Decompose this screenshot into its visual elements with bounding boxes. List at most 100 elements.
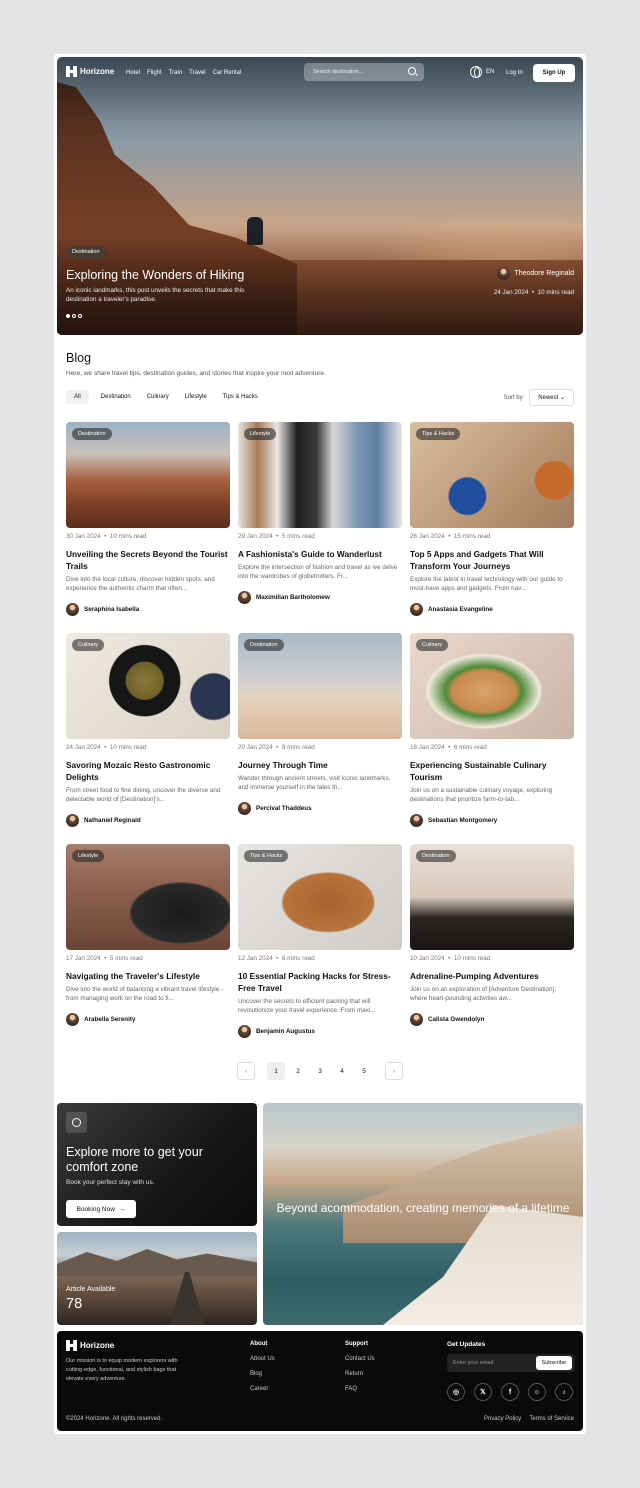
footer-link-blog[interactable]: Blog bbox=[250, 1371, 275, 1377]
blog-card[interactable]: Lifestyle 17 Jan 2024 • 5 mins read Navi… bbox=[66, 844, 230, 1027]
page-1[interactable]: 1 bbox=[267, 1062, 285, 1080]
card-description: Uncover the secrets to efficient packing… bbox=[238, 998, 376, 1015]
card-title[interactable]: 10 Essential Packing Hacks for Stress-Fr… bbox=[238, 970, 402, 994]
card-description: Explore the intersection of fashion and … bbox=[238, 564, 398, 581]
nav-link-car-rental[interactable]: Car Rental bbox=[213, 70, 242, 76]
card-date: 26 Jan 2024 bbox=[410, 533, 445, 540]
hero-author: Theodore Reginald bbox=[497, 267, 574, 280]
blog-card[interactable]: Culinary 24 Jan 2024 • 10 mins read Savo… bbox=[66, 633, 230, 828]
card-author: Maximilian Bartholomew bbox=[238, 591, 402, 605]
card-author: Benjamin Augustus bbox=[238, 1025, 402, 1039]
footer-logo[interactable]: Horizone bbox=[66, 1340, 114, 1351]
blog-card[interactable]: Tips & Hacks 26 Jan 2024 • 15 mins read … bbox=[410, 422, 574, 617]
card-read-time: 8 mins read bbox=[281, 744, 315, 751]
card-description: Join us on a sustainable culinary voyage… bbox=[410, 787, 553, 804]
page-4[interactable]: 4 bbox=[333, 1062, 351, 1080]
filter-destination[interactable]: Destination bbox=[101, 390, 131, 404]
card-image: Destination bbox=[238, 633, 402, 739]
card-title[interactable]: Experiencing Sustainable Culinary Touris… bbox=[410, 759, 574, 783]
blog-card[interactable]: Destination 20 Jan 2024 • 8 mins read Jo… bbox=[238, 633, 402, 816]
card-image: Culinary bbox=[410, 633, 574, 739]
nav-link-hotel[interactable]: Hotel bbox=[126, 70, 140, 76]
arrow-right-icon: → bbox=[118, 1205, 126, 1213]
filter-tips-hacks[interactable]: Tips & Hacks bbox=[223, 390, 258, 404]
filter-lifestyle[interactable]: Lifestyle bbox=[185, 390, 207, 404]
card-meta: 20 Jan 2024 • 8 mins read bbox=[238, 744, 315, 751]
search-icon[interactable] bbox=[408, 67, 416, 75]
hero-banner[interactable]: Horizone Hotel Flight Train Travel Car R… bbox=[57, 57, 583, 335]
card-title[interactable]: Adrenaline-Pumping Adventures bbox=[410, 970, 574, 982]
carousel-dot-3[interactable] bbox=[78, 314, 82, 318]
carousel-dot-2[interactable] bbox=[72, 314, 76, 318]
avatar bbox=[66, 1013, 79, 1027]
card-title[interactable]: Navigating the Traveler's Lifestyle bbox=[66, 970, 230, 982]
filter-all[interactable]: All bbox=[66, 390, 89, 404]
search-input[interactable]: Search destination... bbox=[304, 63, 424, 81]
card-title[interactable]: A Fashionista's Guide to Wanderlust bbox=[238, 548, 402, 560]
article-count-card[interactable]: Article Available 78 bbox=[57, 1232, 257, 1325]
card-title[interactable]: Unveiling the Secrets Beyond the Tourist… bbox=[66, 548, 230, 572]
card-title[interactable]: Journey Through Time bbox=[238, 759, 402, 771]
carousel-dot-1[interactable] bbox=[66, 314, 70, 318]
footer-link-about-us[interactable]: About Us bbox=[250, 1356, 275, 1362]
tiktok-icon[interactable]: ♪ bbox=[555, 1383, 573, 1401]
page-5[interactable]: 5 bbox=[355, 1062, 373, 1080]
article-label: Article Available bbox=[66, 1286, 116, 1293]
card-description: Join us on an exploration of [Adventure … bbox=[410, 986, 556, 1003]
card-date: 10 Jan 2024 bbox=[410, 955, 445, 962]
email-field[interactable]: Enter your email Subscribe bbox=[447, 1354, 575, 1372]
language-label: EN bbox=[486, 69, 495, 75]
blog-card[interactable]: Destination 30 Jan 2024 • 10 mins read U… bbox=[66, 422, 230, 617]
card-tag: Tips & Hacks bbox=[244, 850, 289, 862]
accommodation-banner[interactable]: Beyond acommodation, creating memories o… bbox=[263, 1103, 583, 1325]
avatar bbox=[238, 802, 251, 816]
hero-title[interactable]: Exploring the Wonders of Hiking bbox=[66, 268, 244, 282]
card-tag: Lifestyle bbox=[72, 850, 105, 862]
instagram-icon[interactable]: ◎ bbox=[447, 1383, 465, 1401]
footer-link-faq[interactable]: FAQ bbox=[345, 1386, 375, 1392]
brand-logo[interactable]: Horizone bbox=[66, 66, 114, 77]
blog-card[interactable]: Destination 10 Jan 2024 • 10 mins read A… bbox=[410, 844, 574, 1027]
article-count: 78 bbox=[66, 1296, 83, 1312]
pagination-next[interactable]: › bbox=[385, 1062, 403, 1080]
card-author-name: Arabella Serenity bbox=[84, 1016, 136, 1024]
footer-link-return[interactable]: Return bbox=[345, 1371, 375, 1377]
card-author-name: Maximilian Bartholomew bbox=[256, 594, 330, 602]
card-author-name: Benjamin Augustus bbox=[256, 1028, 315, 1036]
blog-card[interactable]: Lifestyle 29 Jan 2024 • 5 mins read A Fa… bbox=[238, 422, 402, 605]
nav-link-flight[interactable]: Flight bbox=[147, 70, 162, 76]
subscribe-button[interactable]: Subscribe bbox=[535, 1356, 572, 1370]
login-link[interactable]: Log In bbox=[506, 70, 523, 76]
language-selector[interactable]: EN bbox=[470, 66, 494, 78]
booking-now-button[interactable]: Booking Now → bbox=[66, 1200, 136, 1218]
pagination-gap bbox=[377, 1062, 381, 1080]
page-2[interactable]: 2 bbox=[289, 1062, 307, 1080]
nav-link-train[interactable]: Train bbox=[169, 70, 182, 76]
privacy-policy-link[interactable]: Privacy Policy bbox=[484, 1416, 521, 1422]
card-image: Lifestyle bbox=[66, 844, 230, 950]
search-placeholder: Search destination... bbox=[313, 69, 364, 75]
signup-button[interactable]: Sign Up bbox=[533, 64, 575, 82]
x-icon[interactable]: 𝕏 bbox=[474, 1383, 492, 1401]
pagination-prev[interactable]: ‹ bbox=[237, 1062, 255, 1080]
card-author: Percival Thaddeus bbox=[238, 802, 402, 816]
sort-dropdown[interactable]: Newest ⌄ bbox=[529, 389, 574, 406]
facebook-icon[interactable]: f bbox=[501, 1383, 519, 1401]
page-3[interactable]: 3 bbox=[311, 1062, 329, 1080]
card-title[interactable]: Top 5 Apps and Gadgets That Will Transfo… bbox=[410, 548, 574, 572]
card-meta: 26 Jan 2024 • 15 mins read bbox=[410, 533, 491, 540]
blog-card[interactable]: Culinary 18 Jan 2024 • 6 mins read Exper… bbox=[410, 633, 574, 828]
blog-card[interactable]: Tips & Hacks 12 Jan 2024 • 8 mins read 1… bbox=[238, 844, 402, 1039]
card-title[interactable]: Savoring Mozaic Resto Gastronomic Deligh… bbox=[66, 759, 230, 783]
nav-link-travel[interactable]: Travel bbox=[189, 70, 205, 76]
card-author-name: Nathaniel Reginald bbox=[84, 817, 141, 825]
filter-culinary[interactable]: Culinary bbox=[147, 390, 169, 404]
hero-category-tag[interactable]: Destination bbox=[66, 246, 106, 258]
card-read-time: 10 mins read bbox=[109, 533, 147, 540]
card-image: Destination bbox=[66, 422, 230, 528]
terms-of-service-link[interactable]: Terms of Service bbox=[529, 1416, 574, 1422]
footer-link-career[interactable]: Career bbox=[250, 1386, 275, 1392]
footer-link-contact-us[interactable]: Contact Us bbox=[345, 1356, 375, 1362]
card-date: 29 Jan 2024 bbox=[238, 533, 273, 540]
discord-icon[interactable]: ☺ bbox=[528, 1383, 546, 1401]
